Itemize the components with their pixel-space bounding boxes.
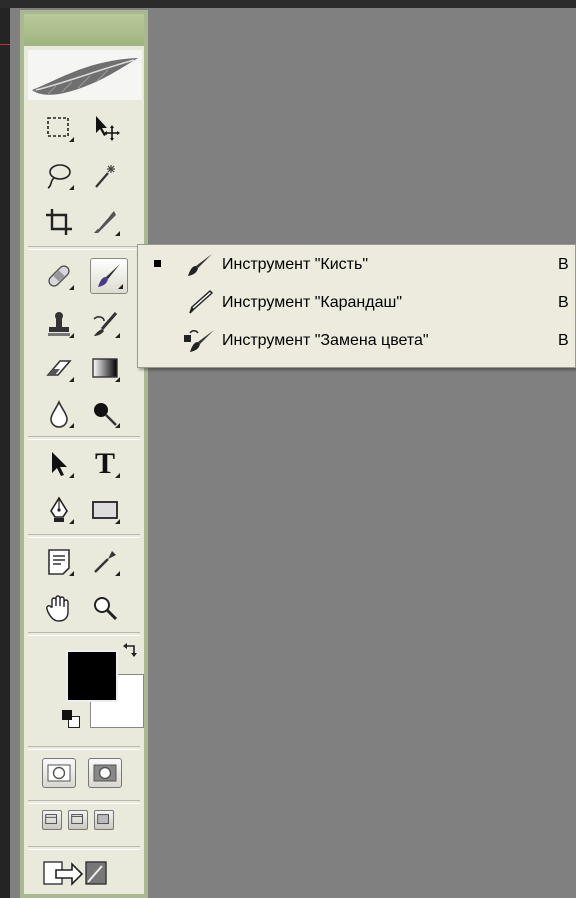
menu-item-pencil-tool[interactable]: Инструмент "Карандаш" B [138,285,576,321]
more-tools-indicator [69,137,74,142]
title-strip [0,0,576,8]
more-tools-indicator [69,185,74,190]
more-tools-indicator [69,333,74,338]
more-tools-indicator [115,231,120,236]
more-tools-indicator [115,473,120,478]
menu-item-label: Инструмент "Замена цвета" [222,332,429,349]
jump-to-icon [43,861,107,886]
separator [28,436,140,440]
separator [28,746,140,750]
lasso-tool[interactable] [40,158,78,194]
more-tools-indicator [115,571,120,576]
swap-arrows-icon [123,643,137,657]
history-brush-tool[interactable] [86,306,124,342]
left-edge [0,8,10,898]
menu-item-brush-tool[interactable]: Инструмент "Кисть" B [138,247,576,283]
zoom-icon [94,597,118,621]
blur-tool[interactable] [40,396,78,432]
menu-item-color-replacement-tool[interactable]: Инструмент "Замена цвета" B [138,323,576,359]
brush-tools-flyout-menu: Инструмент "Кисть" B Инструмент "Каранда… [137,244,576,368]
screen-mode-icon [71,814,83,825]
pen-tool[interactable] [40,492,78,528]
dodge-tool[interactable] [86,396,124,432]
swap-colors-button[interactable] [122,640,142,660]
default-fg-icon [62,710,72,720]
standard-mode-button[interactable] [42,758,76,788]
jump-to-imageready-button[interactable] [40,856,110,890]
toolbox-panel: T [20,10,148,898]
color-replacement-icon [184,330,214,352]
toolbox-header[interactable] [24,14,144,46]
more-tools-indicator [115,519,120,524]
eyedropper-tool[interactable] [86,544,124,580]
more-tools-indicator [115,333,120,338]
more-tools-indicator [69,473,74,478]
more-tools-indicator [69,423,74,428]
gradient-tool[interactable] [86,350,124,386]
shape-tool[interactable] [86,492,124,528]
guide-line [0,44,10,45]
crop-icon [46,209,72,235]
quick-mask-mode-button[interactable] [88,758,122,788]
move-icon [96,116,120,141]
more-tools-indicator [69,285,74,290]
magic-wand-tool[interactable] [86,158,124,194]
brush-icon [188,254,212,276]
separator [28,534,140,538]
brush-tool[interactable] [90,258,128,294]
path-selection-tool[interactable] [40,446,78,482]
screen-mode-icon [97,814,109,825]
hand-tool[interactable] [40,590,78,626]
type-icon: T [94,447,115,480]
eraser-tool[interactable] [40,350,78,386]
crop-tool[interactable] [40,204,78,240]
feather-logo [28,50,142,100]
rectangular-marquee-tool[interactable] [40,110,78,146]
separator [28,800,140,804]
selected-indicator [154,260,161,267]
magic-wand-icon [95,165,115,188]
menu-item-label: Инструмент "Кисть" [222,256,368,273]
more-tools-indicator [115,377,120,382]
full-screen-mode-button[interactable] [94,810,114,830]
more-tools-indicator [69,571,74,576]
menu-item-shortcut: B [558,332,569,349]
separator [28,632,140,636]
more-tools-indicator [69,519,74,524]
pencil-icon [189,289,214,314]
zoom-tool[interactable] [86,590,124,626]
quick-mask-icon [93,764,117,782]
slice-tool[interactable] [86,204,124,240]
more-tools-indicator [118,284,123,289]
standard-mode-icon [47,764,71,782]
move-tool[interactable] [86,110,124,146]
type-tool[interactable]: T [86,446,124,482]
menu-item-shortcut: B [558,256,569,273]
notes-tool[interactable] [40,544,78,580]
menu-item-label: Инструмент "Карандаш" [222,294,402,311]
more-tools-indicator [115,423,120,428]
full-screen-menu-mode-button[interactable] [68,810,88,830]
separator [28,246,140,250]
more-tools-indicator [69,377,74,382]
healing-brush-tool[interactable] [40,258,78,294]
separator [28,846,140,850]
standard-screen-mode-button[interactable] [42,810,62,830]
default-colors-button[interactable] [62,710,80,728]
clone-stamp-tool[interactable] [40,306,78,342]
foreground-color-swatch[interactable] [66,650,118,702]
hand-icon [46,595,69,622]
menu-item-shortcut: B [558,294,569,311]
screen-mode-icon [45,814,57,825]
